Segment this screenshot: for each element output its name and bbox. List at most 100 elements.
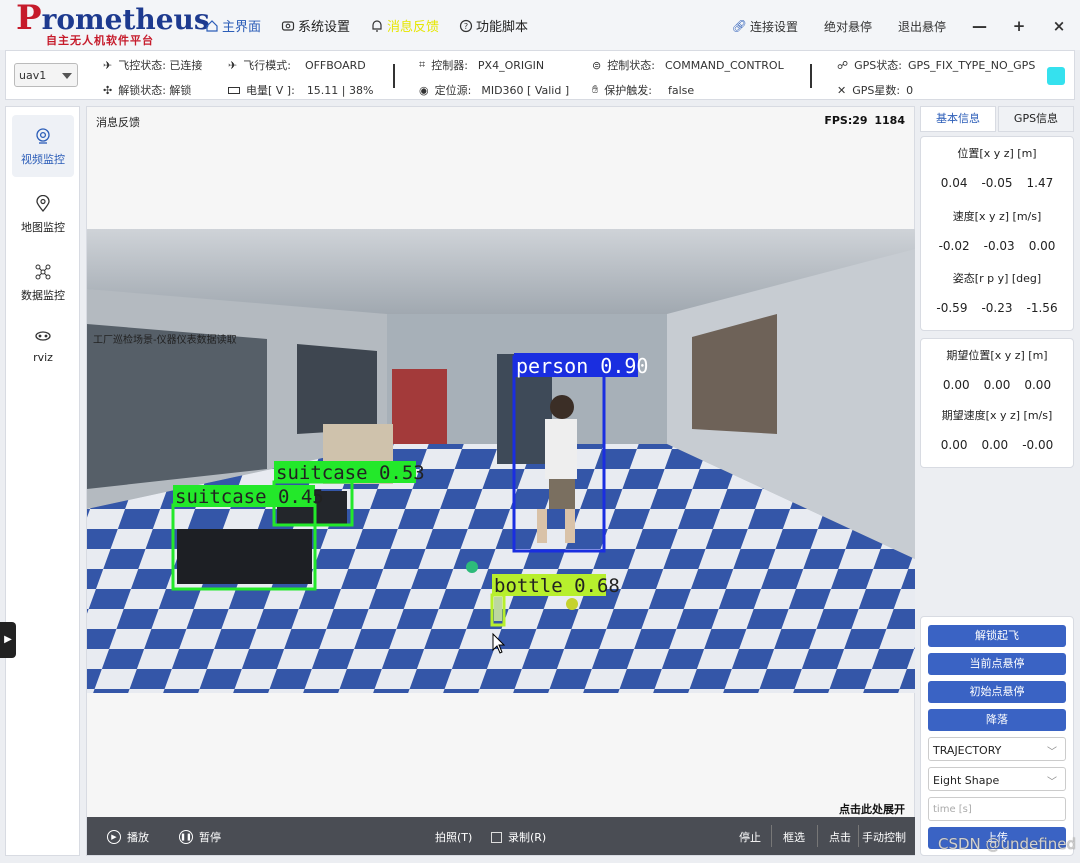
svg-text:?: ? xyxy=(464,22,468,31)
nav-scripts-label: 功能脚本 xyxy=(476,20,529,35)
stop-button[interactable]: 停止 xyxy=(739,829,761,845)
status-indicator xyxy=(1047,67,1065,85)
nav-messages[interactable]: 消息反馈 xyxy=(370,16,439,35)
status-bar: uav1 ✈︎ 飞控状态: 已连接 ✣ 解锁状态: 解锁 ✈︎ 飞行模式: OF… xyxy=(5,50,1075,100)
att-r: -0.59 xyxy=(936,301,968,315)
sidebar-item-map[interactable]: 地图监控 xyxy=(12,183,74,245)
gps-state-label: GPS状态: xyxy=(854,59,902,72)
gps-state-value: GPS_FIX_TYPE_NO_GPS xyxy=(908,58,1036,72)
snapshot-button[interactable]: 拍照(T) xyxy=(435,829,472,845)
video-panel: 消息反馈 FPS:29 1184 工厂巡检场景-仪器仪表数据读取 person … xyxy=(86,106,915,856)
status-divider xyxy=(810,64,812,88)
snapshot-label: 拍照(T) xyxy=(435,831,473,844)
close-button[interactable]: × xyxy=(1052,17,1066,35)
gps-sats-value: 0 xyxy=(906,83,914,97)
shape-select[interactable]: Eight Shape ﹀ xyxy=(928,767,1066,791)
expand-sidebar-button[interactable]: ▶ xyxy=(0,622,16,658)
play-button[interactable]: ▶ 播放 xyxy=(107,829,149,845)
person-label: person 0.90 xyxy=(516,354,648,378)
hover-initial-button[interactable]: 初始点悬停 xyxy=(928,681,1066,703)
tab-gps-info[interactable]: GPS信息 xyxy=(998,106,1074,132)
left-sidebar: 视频监控 地图监控 数据监控 rviz xyxy=(5,106,80,856)
pause-label: 暂停 xyxy=(199,831,221,844)
click-point-button[interactable]: 点击 xyxy=(829,829,851,845)
time-input[interactable]: time [s] xyxy=(928,797,1066,821)
loc-source-value: MID360 [ Valid ] xyxy=(481,83,570,97)
tab-basic-info[interactable]: 基本信息 xyxy=(920,106,996,132)
sidebar-item-label: 视频监控 xyxy=(21,153,65,166)
expand-hint[interactable]: 点击此处展开 xyxy=(839,801,905,817)
message-feedback-label: 消息反馈 xyxy=(96,116,140,129)
fps-readout: FPS:29 1184 xyxy=(824,114,905,127)
settings-icon xyxy=(281,20,295,31)
nav-settings[interactable]: 系统设置 xyxy=(281,16,350,35)
video-controls: ▶ 播放 ❚❚ 暂停 拍照(T) 录制(R) 停止 框选 点击 手动控制 xyxy=(87,817,915,855)
absolute-hover-button[interactable]: 绝对悬停 xyxy=(824,18,872,35)
controller-icon: ⌗ xyxy=(419,58,426,71)
flight-mode-value: OFFBOARD xyxy=(304,58,366,72)
battery-label: 电量[ V ]: xyxy=(246,84,295,97)
caret-down-icon xyxy=(62,73,72,79)
bottle-label: bottle 0.68 xyxy=(494,575,620,597)
play-label: 播放 xyxy=(127,831,149,844)
nav-home-label: 主界面 xyxy=(222,20,262,35)
desired-velocity-label: 期望速度[x y z] [m/s] xyxy=(941,409,1053,422)
shape-select-value: Eight Shape xyxy=(933,774,1000,787)
sidebar-item-rviz[interactable]: rviz xyxy=(12,315,74,377)
protect-state: ✋︎ 保护触发: false xyxy=(592,82,694,98)
ctrl-state: ⊜ 控制状态: COMMAND_CONTROL xyxy=(592,57,784,73)
ctrl-state-value: COMMAND_CONTROL xyxy=(664,58,784,72)
controller-value: PX4_ORIGIN xyxy=(477,58,545,72)
suitcase-label-1: suitcase 0.53 xyxy=(276,462,425,484)
pause-button[interactable]: ❚❚ 暂停 xyxy=(179,829,221,845)
divider xyxy=(858,825,859,847)
uav-select[interactable]: uav1 xyxy=(14,63,78,87)
flight-icon: ✈︎ xyxy=(228,58,238,72)
maximize-button[interactable]: + xyxy=(1012,17,1026,35)
loc-source: ◉ 定位源: MID360 [ Valid ] xyxy=(419,82,569,98)
box-select-button[interactable]: 框选 xyxy=(783,829,805,845)
hand-icon: ✋︎ xyxy=(592,83,599,96)
watermark: CSDN @undefined xyxy=(937,835,1076,853)
des-vel-x: 0.00 xyxy=(940,438,968,452)
att-p: -0.23 xyxy=(981,301,1013,315)
play-icon: ▶ xyxy=(107,830,121,844)
record-toggle[interactable]: 录制(R) xyxy=(491,829,546,845)
gps-sats: ✕ GPS星数: 0 xyxy=(837,82,913,98)
nav-scripts[interactable]: ? 功能脚本 xyxy=(459,16,528,35)
record-checkbox[interactable] xyxy=(491,831,502,843)
exit-hover-button[interactable]: 退出悬停 xyxy=(898,18,946,35)
attitude-label: 姿态[r p y] [deg] xyxy=(952,272,1042,285)
manual-control-button[interactable]: 手动控制 xyxy=(862,829,906,845)
battery: 电量[ V ]: 15.11 | 38% xyxy=(228,82,373,98)
fc-state: ✈︎ 飞控状态: 已连接 xyxy=(103,57,202,73)
nav-messages-label: 消息反馈 xyxy=(387,20,440,35)
arm-takeoff-button[interactable]: 解锁起飞 xyxy=(928,625,1066,647)
sidebar-item-data[interactable]: 数据监控 xyxy=(12,251,74,313)
desired-card: 期望位置[x y z] [m] 0.00 0.00 0.00 期望速度[x y … xyxy=(920,338,1074,468)
trajectory-select[interactable]: TRAJECTORY ﹀ xyxy=(928,737,1066,761)
velocity-label: 速度[x y z] [m/s] xyxy=(952,210,1042,223)
help-icon: ? xyxy=(459,19,473,32)
pos-x: 0.04 xyxy=(940,176,968,190)
battery-icon xyxy=(228,86,240,94)
chevron-down-icon: ﹀ xyxy=(1047,777,1057,788)
minimize-button[interactable]: — xyxy=(972,17,987,35)
desired-velocity-values: 0.00 0.00 -0.00 xyxy=(921,438,1073,452)
flight-mode-label: 飞行模式: xyxy=(243,59,291,72)
nav-home[interactable]: 主界面 xyxy=(205,16,261,35)
arm-state-text: 解锁状态: 解锁 xyxy=(118,84,192,97)
divider xyxy=(771,825,772,847)
title-actions: 🔗︎ 连接设置 绝对悬停 退出悬停 — + × xyxy=(732,17,1066,35)
connect-settings-button[interactable]: 🔗︎ 连接设置 xyxy=(732,18,798,35)
sidebar-item-video[interactable]: 视频监控 xyxy=(12,115,74,177)
hover-current-button[interactable]: 当前点悬停 xyxy=(928,653,1066,675)
att-y: -1.56 xyxy=(1026,301,1058,315)
nav-settings-label: 系统设置 xyxy=(298,20,351,35)
pause-icon: ❚❚ xyxy=(179,830,193,844)
video-feed[interactable]: 工厂巡检场景-仪器仪表数据读取 person 0.90 suitcase 0.5… xyxy=(87,229,915,693)
app-logo: Prometheus 自主无人机软件平台 xyxy=(16,1,210,48)
gps-state: ☍ GPS状态: GPS_FIX_TYPE_NO_GPS xyxy=(837,57,1035,73)
pos-z: 1.47 xyxy=(1026,176,1054,190)
land-button[interactable]: 降落 xyxy=(928,709,1066,731)
